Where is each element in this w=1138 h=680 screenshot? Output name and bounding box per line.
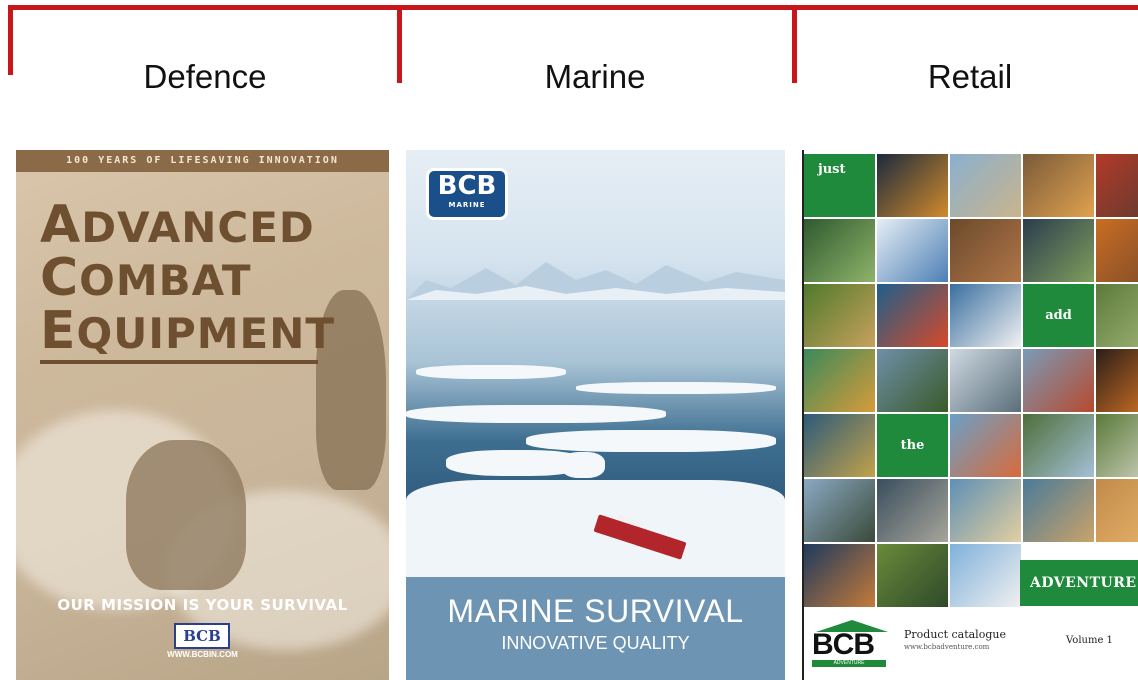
photo-tile: [950, 219, 1021, 282]
defence-url: WWW.BCBIN.COM: [167, 650, 238, 659]
defence-top-strip: 100 YEARS OF LIFESAVING INNOVATION: [16, 150, 389, 172]
marine-catalogue-cover[interactable]: BCB MARINE MARINE SURVIVAL INNOVATIVE QU…: [406, 150, 785, 680]
defence-title-line-3: EQUIPMENT: [40, 301, 336, 361]
photo-tile: [804, 544, 875, 607]
heading-marine: Marine: [544, 58, 646, 95]
heading-defence: Defence: [143, 58, 267, 95]
ice-floe: [406, 405, 666, 423]
ice-floe: [416, 365, 566, 379]
photo-tile: [804, 219, 875, 282]
photo-tile: [1023, 479, 1094, 542]
photo-tile: [950, 414, 1021, 477]
bracket-tick-right: [792, 5, 797, 83]
photo-tile: [950, 349, 1021, 412]
retail-catalogue-cover[interactable]: just add the ADVENTURE BCB ADVENTURE Pro…: [802, 150, 1138, 680]
defence-catalogue-cover[interactable]: 100 YEARS OF LIFESAVING INNOVATION ADVAN…: [16, 150, 389, 680]
photo-tile: [1096, 154, 1138, 217]
tile-word-adventure: ADVENTURE: [1020, 560, 1138, 606]
photo-tile: [877, 219, 948, 282]
photo-tile: [877, 284, 948, 347]
defence-title-line-2: COMBAT: [40, 248, 252, 308]
photo-tile: [1096, 284, 1138, 347]
marine-title: MARINE SURVIVAL: [447, 593, 744, 629]
defence-mission-text: OUR MISSION IS YOUR SURVIVAL: [57, 596, 348, 614]
photo-tile: [950, 154, 1021, 217]
volume-label: Volume 1: [1066, 635, 1113, 646]
defence-bcb-logo: BCB: [174, 623, 230, 649]
photo-tile: [804, 284, 875, 347]
bracket-top-line: [8, 5, 1138, 10]
photo-tile: [804, 414, 875, 477]
photo-tile: [1096, 219, 1138, 282]
ice-floe: [561, 452, 605, 478]
ice-floe: [526, 430, 776, 452]
bracket-tick-left: [8, 5, 13, 75]
photo-tile: [1096, 349, 1138, 412]
photo-tile: [804, 349, 875, 412]
tile-word-add: add: [1023, 284, 1094, 347]
photo-tile: [950, 479, 1021, 542]
tile-word-just: just: [804, 154, 875, 217]
retail-url: www.bcbadventure.com: [904, 643, 990, 651]
defence-title-underline: [40, 360, 318, 364]
photo-tile: [804, 479, 875, 542]
retail-photo-grid: just add the: [804, 154, 1138, 607]
photo-tile: [1023, 154, 1094, 217]
photo-tile: [877, 154, 948, 217]
photo-tile: [1023, 414, 1094, 477]
photo-tile: [877, 349, 948, 412]
photo-tile: [1023, 349, 1094, 412]
retail-bcb-logo: BCB ADVENTURE: [810, 620, 890, 667]
tile-word-the: the: [877, 414, 948, 477]
photo-tile: [1096, 414, 1138, 477]
defence-title-line-1: ADVANCED: [40, 195, 315, 255]
photo-tile: [950, 284, 1021, 347]
photo-tile: [877, 479, 948, 542]
marine-bcb-logo: BCB MARINE: [426, 168, 508, 220]
product-catalogue-label: Product catalogue: [904, 628, 1006, 641]
marine-subtitle: INNOVATIVE QUALITY: [501, 633, 690, 653]
ice-floe: [576, 382, 776, 394]
photo-tile: [877, 544, 948, 607]
heading-retail: Retail: [927, 58, 1013, 95]
photo-tile: [1023, 219, 1094, 282]
photo-tile: [950, 544, 1021, 607]
bracket-tick-middle: [397, 5, 402, 83]
soldier-figure: [126, 440, 246, 590]
marine-mountains: [406, 262, 785, 300]
photo-tile: [1096, 479, 1138, 542]
